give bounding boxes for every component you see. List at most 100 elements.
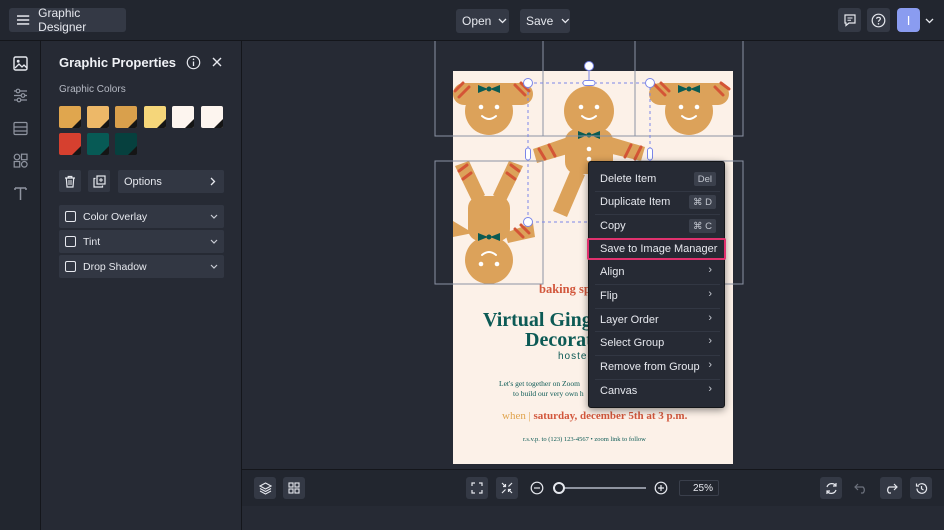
text-icon[interactable] [12, 185, 29, 202]
shortcut-badge: Del [693, 172, 716, 186]
drop-shadow-checkbox[interactable] [65, 261, 76, 272]
panel-title: Graphic Properties [59, 55, 177, 70]
flyer-invite-line-1[interactable]: Let's get together on Zoom [499, 379, 580, 388]
duplicate-graphic-button[interactable] [88, 170, 110, 192]
options-label: Options [124, 175, 162, 188]
avatar-letter: I [906, 12, 911, 28]
menu-item-label: Remove from Group [600, 361, 700, 373]
menu-item-layer-order[interactable]: Layer Order › [595, 309, 720, 331]
color-swatch[interactable] [172, 106, 194, 128]
menu-item-label: Delete Item [600, 173, 657, 185]
color-swatch[interactable] [201, 106, 223, 128]
shortcut-badge: ⌘ D [689, 195, 716, 209]
chevron-right-icon [210, 177, 216, 186]
menu-item-label: Align [600, 266, 625, 278]
color-swatch[interactable] [59, 133, 81, 155]
expand-icon [471, 482, 483, 494]
color-overlay-label: Color Overlay [83, 210, 148, 223]
menu-item-label: Canvas [600, 385, 638, 397]
info-icon[interactable] [186, 55, 201, 70]
drop-shadow-toggle[interactable]: Drop Shadow [59, 255, 224, 278]
flyer-when-label: when [502, 410, 526, 422]
flyer-rsvp[interactable]: r.s.v.p. to (123) 123-4567 • zoom link t… [523, 436, 646, 443]
tint-toggle[interactable]: Tint [59, 230, 224, 253]
color-swatch[interactable] [115, 133, 137, 155]
chevron-right-icon: › [708, 288, 712, 300]
color-swatch[interactable] [87, 133, 109, 155]
shrink-to-fit-button[interactable] [496, 477, 518, 499]
zoom-value: 25% [692, 482, 713, 494]
chevron-right-icon: › [708, 264, 712, 276]
menu-item-save-to-image-manager[interactable]: Save to Image Manager [587, 238, 726, 260]
chevron-right-icon: › [708, 312, 712, 324]
flyer-tagline[interactable]: baking sp [539, 282, 591, 297]
color-swatch[interactable] [115, 106, 137, 128]
chat-bubble-icon [843, 14, 856, 27]
menu-item-label: Copy [600, 220, 626, 232]
zoom-slider[interactable] [552, 482, 646, 494]
menu-item-duplicate-item[interactable]: Duplicate Item ⌘ D [595, 191, 720, 213]
chevron-right-icon: › [708, 335, 712, 347]
color-overlay-toggle[interactable]: Color Overlay [59, 205, 224, 228]
options-button[interactable]: Options [118, 170, 224, 193]
color-swatch[interactable] [144, 106, 166, 128]
color-swatch[interactable] [87, 106, 109, 128]
open-label: Open [462, 14, 492, 28]
feedback-button[interactable] [838, 8, 861, 32]
zoom-slider-thumb[interactable] [552, 482, 565, 494]
menu-item-label: Duplicate Item [600, 196, 671, 208]
flyer-when-row[interactable]: when | saturday, december 5th at 3 p.m. [502, 410, 687, 422]
app-title: Graphic Designer [38, 6, 87, 34]
flyer-invite-line-2[interactable]: to build our very own h [513, 389, 584, 398]
drop-shadow-label: Drop Shadow [83, 260, 147, 273]
flyer-headline-line-2[interactable]: Decorat [525, 329, 593, 352]
account-chevron-down-icon[interactable] [925, 18, 934, 24]
menu-item-select-group[interactable]: Select Group › [595, 332, 720, 354]
menu-item-copy[interactable]: Copy ⌘ C [595, 215, 720, 237]
elements-shapes-icon[interactable] [12, 152, 29, 169]
user-avatar[interactable]: I [897, 8, 920, 32]
open-button[interactable]: Open [456, 9, 509, 33]
layout-template-icon[interactable] [12, 120, 29, 137]
left-tool-rail [0, 41, 41, 530]
save-label: Save [526, 14, 554, 28]
tint-checkbox[interactable] [65, 236, 76, 247]
menu-item-remove-from-group[interactable]: Remove from Group › [595, 356, 720, 378]
top-bar: Graphic Designer Open Save I [0, 0, 944, 41]
zoom-value-field[interactable]: 25% [679, 480, 719, 496]
save-button[interactable]: Save [520, 9, 570, 33]
chevron-right-icon: › [708, 359, 712, 371]
help-circle-icon [871, 13, 886, 27]
layers-button[interactable] [254, 477, 276, 499]
graphic-colors-label: Graphic Colors [59, 84, 126, 95]
menu-item-align[interactable]: Align › [595, 261, 720, 283]
image-icon[interactable] [12, 55, 29, 72]
refresh-button[interactable] [820, 477, 842, 499]
color-swatch[interactable] [59, 106, 81, 128]
fit-to-screen-button[interactable] [466, 477, 488, 499]
history-button[interactable] [910, 477, 932, 499]
grid-icon [288, 482, 300, 494]
menu-item-canvas[interactable]: Canvas › [595, 380, 720, 402]
close-icon[interactable] [211, 56, 223, 68]
menu-item-flip[interactable]: Flip › [595, 285, 720, 307]
help-button[interactable] [867, 8, 890, 32]
menu-item-label: Select Group [600, 337, 665, 349]
color-overlay-checkbox[interactable] [65, 211, 76, 222]
adjustments-sliders-icon[interactable] [12, 87, 29, 104]
context-menu: Delete Item Del Duplicate Item ⌘ D Copy … [587, 161, 726, 408]
zoom-in-icon[interactable] [654, 481, 668, 495]
menu-item-delete-item[interactable]: Delete Item Del [595, 168, 720, 190]
undo-icon[interactable] [854, 482, 868, 494]
chevron-down-icon [210, 214, 218, 219]
redo-button[interactable] [880, 477, 902, 499]
menu-item-label: Save to Image Manager [600, 243, 718, 255]
zoom-out-icon[interactable] [530, 481, 544, 495]
collapse-icon [501, 482, 513, 494]
refresh-icon [825, 482, 837, 494]
delete-graphic-button[interactable] [59, 170, 81, 192]
menu-item-label: Flip [600, 290, 618, 302]
grid-view-button[interactable] [283, 477, 305, 499]
app-menu-button[interactable]: Graphic Designer [9, 6, 126, 34]
graphic-properties-panel: Graphic Properties Graphic Colors Option… [41, 41, 242, 530]
